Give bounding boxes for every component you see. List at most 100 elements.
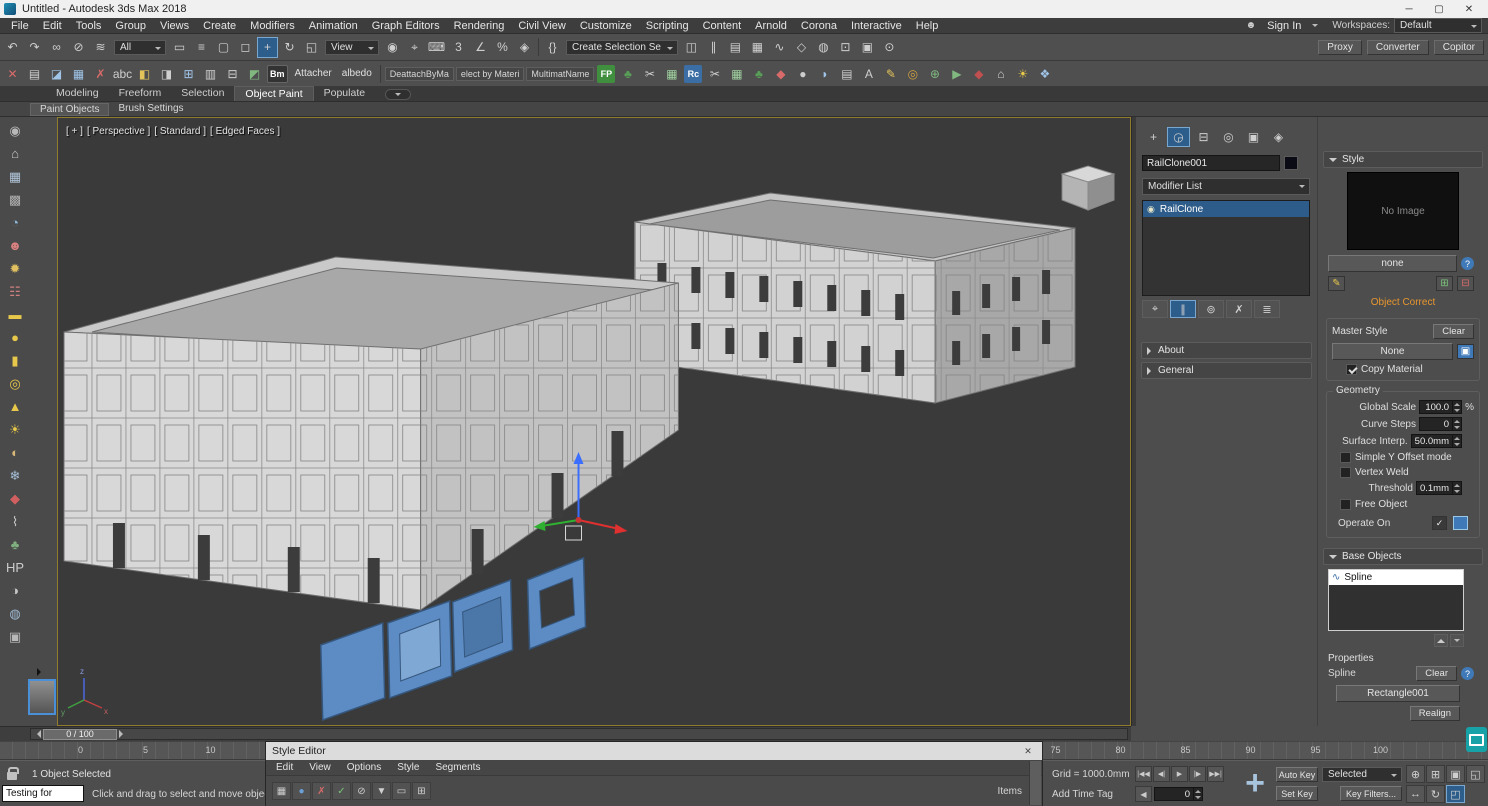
select-and-rotate-icon[interactable]: ↻ xyxy=(279,37,300,58)
teapot-icon[interactable]: ◔ xyxy=(5,211,26,234)
half-left-icon[interactable]: ◧ xyxy=(134,63,155,84)
half-right-icon[interactable]: ◨ xyxy=(156,63,177,84)
se-filter-icon[interactable]: ▼ xyxy=(372,782,391,800)
copy-material-checkbox[interactable]: Copy Material xyxy=(1346,364,1474,375)
curve-steps-spinner[interactable]: 0 xyxy=(1419,417,1462,431)
keyboard-override-icon[interactable]: ⌨ xyxy=(426,37,447,58)
perspective-viewport[interactable]: [ + ][ Perspective ][ Standard ][ Edged … xyxy=(57,117,1131,726)
cylinder-primitive-icon[interactable]: ▮ xyxy=(5,349,26,372)
box-tool-icon[interactable]: ▣ xyxy=(5,625,26,648)
realign-button[interactable]: Realign xyxy=(1410,706,1460,721)
modifier-stack-item-railclone[interactable]: ◉ RailClone xyxy=(1143,201,1309,217)
spinner-down-icon[interactable] xyxy=(1453,424,1461,430)
select-and-link-icon[interactable]: ∞ xyxy=(46,37,67,58)
previous-frame-button[interactable]: ◀| xyxy=(1153,766,1170,782)
window-crossing-toggle-icon[interactable]: ◻ xyxy=(235,37,256,58)
key-mode-dropdown[interactable]: Selected xyxy=(1322,767,1402,782)
spinner-down-icon[interactable] xyxy=(1453,407,1461,413)
globe-tool-icon[interactable]: ◍ xyxy=(5,602,26,625)
list2-icon[interactable]: ▤ xyxy=(836,63,857,84)
bird-icon[interactable]: ◗ xyxy=(814,63,835,84)
se-add-item-icon[interactable]: ● xyxy=(292,782,311,800)
menu-item[interactable]: Group xyxy=(108,20,153,32)
use-pivot-point-icon[interactable]: ◉ xyxy=(382,37,403,58)
configure-modifier-sets-icon[interactable]: ≣ xyxy=(1254,300,1280,318)
hierarchy-tab[interactable]: ⊟ xyxy=(1192,127,1215,147)
x-tool-icon[interactable]: ✗ xyxy=(90,63,111,84)
bones-icon[interactable]: ⌇ xyxy=(5,510,26,533)
building-right[interactable] xyxy=(634,193,1075,403)
vertex-weld-checkbox[interactable]: Vertex Weld xyxy=(1340,467,1474,478)
import-style-icon[interactable]: ⊞ xyxy=(1436,276,1453,291)
albedo-button[interactable]: albedo xyxy=(337,68,377,79)
se-apply-icon[interactable]: ✓ xyxy=(332,782,351,800)
snaps-toggle-icon[interactable]: 3 xyxy=(448,37,469,58)
menu-item[interactable]: Create xyxy=(196,20,243,32)
rollout-about[interactable]: About xyxy=(1141,342,1312,359)
rows-icon[interactable]: ▥ xyxy=(200,63,221,84)
menu-item[interactable]: Tools xyxy=(69,20,109,32)
viewport-layout-tab[interactable] xyxy=(28,679,56,715)
move-item-down-button[interactable] xyxy=(1450,634,1464,647)
menu-item[interactable]: Animation xyxy=(302,20,365,32)
tab-selection[interactable]: Selection xyxy=(171,86,234,101)
viewport-render-preset-menu[interactable]: [ Standard ] xyxy=(154,126,206,137)
viewcube[interactable] xyxy=(1062,166,1114,210)
forest-tree-icon[interactable]: ♣ xyxy=(617,63,638,84)
master-style-none-button[interactable]: None xyxy=(1332,343,1453,360)
rollout-general[interactable]: General xyxy=(1141,362,1312,379)
bind-to-space-warp-icon[interactable]: ≋ xyxy=(90,37,111,58)
mirror-icon[interactable]: ◫ xyxy=(681,37,702,58)
minus-grid-icon[interactable]: ⊟ xyxy=(222,63,243,84)
zoom-extents-icon[interactable]: ▣ xyxy=(1446,765,1465,783)
droplet-icon[interactable]: ◆ xyxy=(5,487,26,510)
undo-icon[interactable]: ↶ xyxy=(2,37,23,58)
spinner-down-icon[interactable] xyxy=(1453,441,1461,447)
select-and-manipulate-icon[interactable]: ⌖ xyxy=(404,37,425,58)
operate-on-objects-toggle[interactable] xyxy=(1453,516,1468,530)
sun-light-icon[interactable]: ☀ xyxy=(5,418,26,441)
home-tool-icon[interactable]: ⌂ xyxy=(990,63,1011,84)
menu-item[interactable]: Help xyxy=(909,20,946,32)
close-icon[interactable]: ✕ xyxy=(1020,746,1036,757)
menu-item[interactable]: Views xyxy=(153,20,196,32)
cut-icon[interactable]: ✂ xyxy=(639,63,660,84)
drop-icon[interactable]: ◆ xyxy=(770,63,791,84)
rendered-frame-icon[interactable]: ▣ xyxy=(857,37,878,58)
toolbar-text-button[interactable]: Converter xyxy=(1367,40,1429,55)
table-icon[interactable]: ▦ xyxy=(661,63,682,84)
menu-item[interactable]: Customize xyxy=(573,20,639,32)
spinner-down-icon[interactable] xyxy=(1453,488,1461,494)
menu-item[interactable]: Edit xyxy=(36,20,69,32)
rectangle001-button[interactable]: Rectangle001 xyxy=(1336,685,1460,702)
toolbar-text-button[interactable]: Copitor xyxy=(1434,40,1484,55)
cone-primitive-icon[interactable]: ▲ xyxy=(5,395,26,418)
auto-key-button[interactable]: Auto Key xyxy=(1276,767,1318,782)
curve-editor-icon[interactable]: ∿ xyxy=(769,37,790,58)
sphere-tool-icon[interactable]: ● xyxy=(792,63,813,84)
spline-clear-button[interactable]: Clear xyxy=(1416,666,1457,681)
bw-sphere-icon[interactable]: ◑ xyxy=(5,579,26,602)
bm-script-button[interactable]: Bm xyxy=(267,65,288,83)
modify-tab[interactable]: ◶ xyxy=(1167,127,1190,147)
angle-snap-icon[interactable]: ∠ xyxy=(470,37,491,58)
style-editor-menu-item[interactable]: Segments xyxy=(427,762,488,773)
style-editor-menu-item[interactable]: Edit xyxy=(268,762,301,773)
diamond-icon[interactable]: ◆ xyxy=(968,63,989,84)
person-tool-icon[interactable]: ☻ xyxy=(5,234,26,257)
material-editor-icon[interactable]: ◍ xyxy=(813,37,834,58)
multimat-name-button[interactable]: MultimatName xyxy=(526,67,594,81)
key-filters-button[interactable]: Key Filters... xyxy=(1340,786,1402,801)
zoom-all-icon[interactable]: ⊞ xyxy=(1426,765,1445,783)
floating-panel-button[interactable] xyxy=(1466,727,1487,752)
go-to-start-button[interactable]: |◀◀ xyxy=(1135,766,1152,782)
menu-item[interactable]: Graph Editors xyxy=(365,20,447,32)
show-end-result-icon[interactable]: ∥ xyxy=(1170,300,1196,318)
tab-populate[interactable]: Populate xyxy=(314,86,375,101)
plane-primitive-icon[interactable]: ▬ xyxy=(5,303,26,326)
motion-tab[interactable]: ◎ xyxy=(1217,127,1240,147)
selection-filter-dropdown[interactable]: All xyxy=(114,40,166,55)
close-button[interactable]: ✕ xyxy=(1454,0,1484,18)
utilities-tab[interactable]: ◈ xyxy=(1267,127,1290,147)
previous-frame-arrow[interactable] xyxy=(31,729,43,740)
